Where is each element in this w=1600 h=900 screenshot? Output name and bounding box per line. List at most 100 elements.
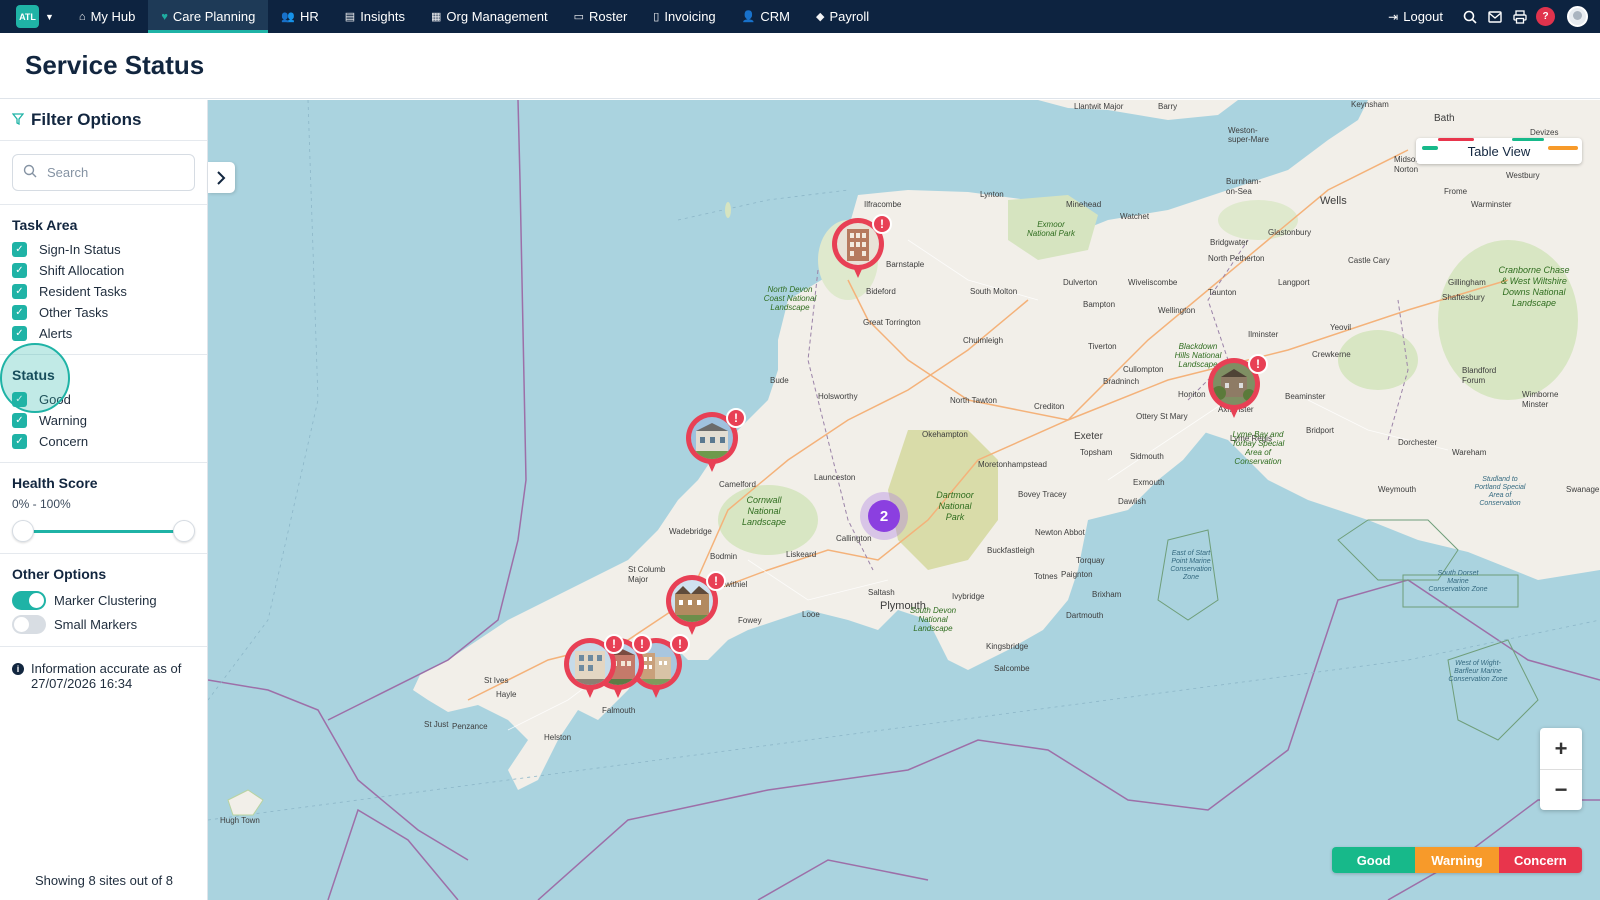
nav-item-crm[interactable]: 👤 CRM [729,0,803,33]
small-markers-toggle[interactable] [12,614,46,634]
site-marker-concern[interactable]: ! [1208,354,1268,420]
checkbox-checked-icon[interactable]: ✓ [12,284,27,299]
mail-icon[interactable] [1482,0,1507,33]
protected-area-label: West of Wight-Barfleur Marine Conservati… [1448,660,1508,683]
alert-icon: ! [632,634,652,654]
protected-area-label: Cornwall National Landscape [741,495,787,527]
zoom-out-button[interactable]: − [1540,769,1582,810]
nav-item-org-management[interactable]: ▦ Org Management [418,0,561,33]
nav-item-hr[interactable]: 👥 HR [268,0,331,33]
checkbox-checked-icon[interactable]: ✓ [12,413,27,428]
status-bar-warning [1548,146,1578,150]
checkbox-other-tasks[interactable]: ✓ Other Tasks [12,302,195,323]
checkbox-warning[interactable]: ✓ Warning [12,410,195,431]
collapse-sidebar-button[interactable] [208,162,235,193]
nav-label: Org Management [446,9,548,24]
place-label: Glastonbury [1268,228,1312,237]
info-text: Information accurate as of 27/07/2026 16… [31,661,182,691]
site-marker-concern[interactable]: ! [666,571,726,637]
checkbox-alerts[interactable]: ✓ Alerts [12,323,195,344]
nav-item-insights[interactable]: ▤ Insights [332,0,418,33]
checkbox-concern[interactable]: ✓ Concern [12,431,195,452]
page-title: Service Status [25,50,205,80]
print-icon[interactable] [1507,0,1532,33]
search-icon[interactable] [1457,0,1482,33]
filter-icon [11,112,25,128]
other-options-section: Other Options Marker Clustering Small Ma… [0,554,207,647]
brand-switcher[interactable]: ATL ▼ [16,5,54,28]
nav-item-invoicing[interactable]: ▯ Invoicing [640,0,728,33]
info-note: i Information accurate as of 27/07/2026 … [0,647,207,705]
site-marker-concern[interactable]: ! [686,408,746,474]
map-canvas[interactable]: Llantwit Major Barry Keynsham Weston-sup… [208,100,1600,900]
checkbox-checked-icon[interactable]: ✓ [12,392,27,407]
marker-cluster[interactable]: 2 [860,492,908,540]
place-label: St Ives [484,676,509,685]
protected-area-label: Cranborne Chase & West Wiltshire Downs N… [1498,265,1570,308]
place-label: North Tawton [950,396,997,405]
nav-label: Insights [360,9,405,24]
cluster-count: 2 [868,500,900,532]
status-title: Status [12,367,55,383]
search-input[interactable] [47,165,187,180]
checkbox-checked-icon[interactable]: ✓ [12,242,27,257]
place-label: Ottery St Mary [1136,412,1188,421]
site-marker-concern[interactable]: ! [564,634,624,700]
filter-title: Filter Options [31,110,142,129]
slider-handle-min[interactable] [12,520,34,542]
slider-handle-max[interactable] [173,520,195,542]
heart-icon: ♥ [161,10,168,23]
nav-label: My Hub [90,9,136,24]
checkbox-resident-tasks[interactable]: ✓ Resident Tasks [12,281,195,302]
help-button[interactable]: ? [1536,7,1555,26]
place-label: Bradninch [1103,377,1140,386]
filter-header: Filter Options [0,100,207,141]
calendar-icon: ▭ [573,11,584,23]
checkbox-checked-icon[interactable]: ✓ [12,305,27,320]
table-view-button[interactable]: Table View [1416,138,1582,164]
document-icon: ▯ [653,11,660,23]
place-label: Westbury [1506,171,1540,180]
place-label: Keynsham [1351,100,1389,109]
place-label: Paignton [1061,570,1093,579]
place-label: St Columb Major [628,565,666,584]
checkbox-sign-in-status[interactable]: ✓ Sign-In Status [12,239,195,260]
nav-item-roster[interactable]: ▭ Roster [561,0,641,33]
nav-item-my-hub[interactable]: ⌂ My Hub [66,0,148,33]
place-label: Fowey [738,616,762,625]
place-label: Bridgwater [1210,238,1249,247]
search-section [0,141,207,205]
place-label: Dulverton [1063,278,1098,287]
nav-item-care-planning[interactable]: ♥ Care Planning [148,0,269,33]
zoom-in-button[interactable]: + [1540,728,1582,769]
place-label: Holsworthy [818,392,858,401]
checkbox-checked-icon[interactable]: ✓ [12,434,27,449]
checkbox-label: Concern [39,434,89,449]
health-score-slider[interactable] [12,519,195,543]
checkbox-checked-icon[interactable]: ✓ [12,263,27,278]
legend-good: Good [1332,847,1416,873]
checkbox-shift-allocation[interactable]: ✓ Shift Allocation [12,260,195,281]
alert-icon: ! [706,571,726,591]
place-label: Honiton [1178,390,1206,399]
place-label: Bampton [1083,300,1116,309]
nav-item-payroll[interactable]: ◆ Payroll [803,0,882,33]
checkbox-checked-icon[interactable]: ✓ [12,326,27,341]
marker-clustering-toggle[interactable] [12,590,46,610]
avatar[interactable] [1567,6,1588,27]
place-label: Swanage [1566,485,1600,494]
logout-button[interactable]: ⇥ Logout [1388,9,1443,24]
place-label: Bude [770,376,789,385]
brand-logo: ATL [16,5,39,28]
search-box[interactable] [12,154,195,191]
place-label: Wiveliscombe [1128,278,1178,287]
site-marker-concern[interactable]: ! [832,214,892,280]
checkbox-good[interactable]: ✓ Good [12,389,195,410]
place-label: Gillingham [1448,278,1486,287]
checkbox-label: Shift Allocation [39,263,125,278]
zoom-controls: + − [1540,728,1582,810]
place-label: Frome [1444,187,1468,196]
place-label: Minehead [1066,200,1102,209]
task-area-title: Task Area [12,217,78,233]
place-label: Camelford [719,480,756,489]
